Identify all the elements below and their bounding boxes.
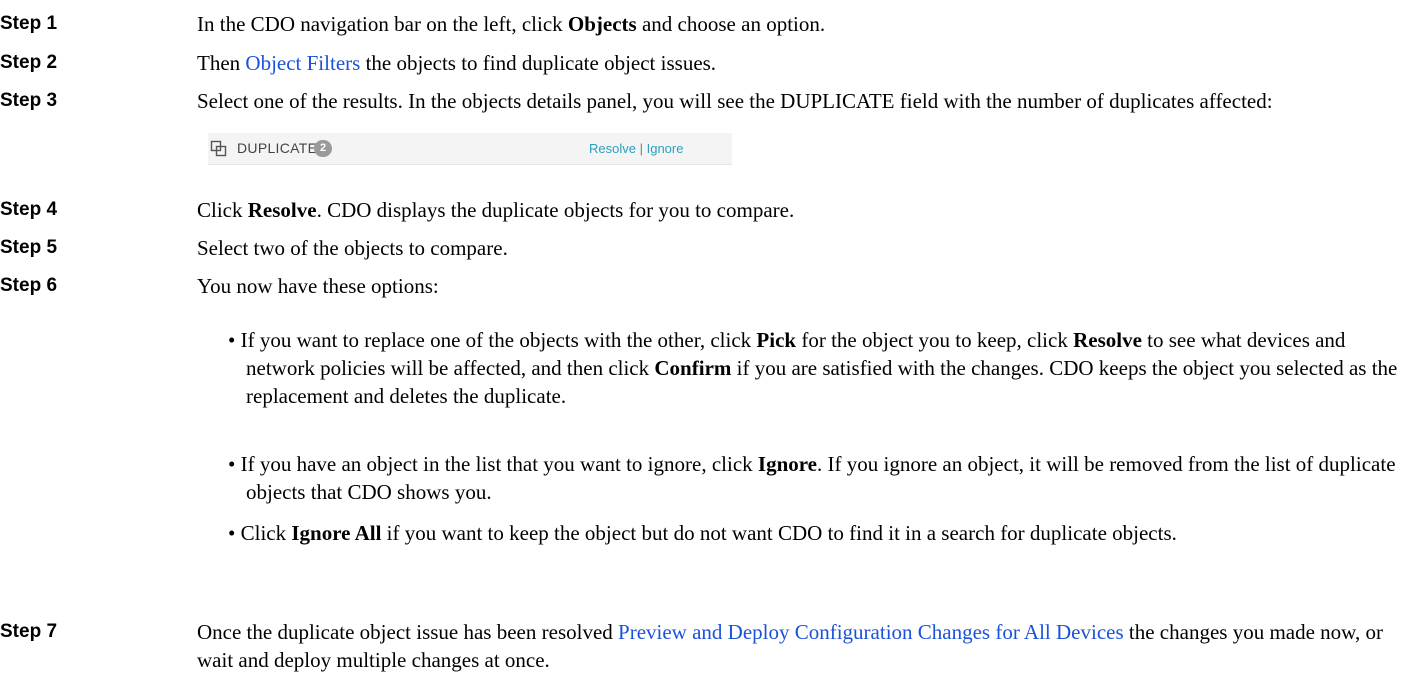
step-text: You now have these options: <box>197 274 439 298</box>
text-run: Click <box>197 198 248 222</box>
preview-deploy-link[interactable]: Preview and Deploy Configuration Changes… <box>618 620 1124 644</box>
ui-term-resolve: Resolve <box>247 198 317 222</box>
text-run: Click <box>240 521 292 545</box>
ui-term-objects: Objects <box>567 12 637 36</box>
step-label: Step 7 <box>0 621 58 642</box>
step-text: Click Resolve. CDO displays the duplicat… <box>197 196 1397 224</box>
step-text: Select one of the results. In the object… <box>197 89 1273 113</box>
text-run: If you have an object in the list that y… <box>240 452 758 476</box>
bullet-glyph: • <box>228 452 236 476</box>
text-run: the objects to find duplicate object iss… <box>360 51 717 75</box>
action-separator: | <box>639 141 643 156</box>
duplicate-count-badge: 2 <box>314 140 332 157</box>
step-text: Once the duplicate object issue has been… <box>197 618 1397 674</box>
step-label: Step 4 <box>0 199 58 220</box>
step-text: Then Object Filters the objects to find … <box>197 49 1397 77</box>
text-run: . CDO displays the duplicate objects for… <box>316 198 795 222</box>
list-item: • Click Ignore All if you want to keep t… <box>228 519 1408 547</box>
ignore-link[interactable]: Ignore <box>647 141 684 156</box>
duplicate-icon <box>210 140 227 157</box>
text-run: and choose an option. <box>636 12 826 36</box>
ui-term-pick: Pick <box>756 328 797 352</box>
bullet-glyph: • <box>228 328 236 352</box>
list-item: • If you want to replace one of the obje… <box>228 326 1408 410</box>
step-text: In the CDO navigation bar on the left, c… <box>197 10 1397 38</box>
step-label: Step 2 <box>0 52 58 73</box>
duplicate-label: DUPLICATE <box>237 140 318 156</box>
ui-term-ignore-all: Ignore All <box>291 521 382 545</box>
text-run: If you want to replace one of the object… <box>240 328 757 352</box>
duplicate-field-panel: DUPLICATE 2 Resolve | Ignore <box>208 133 732 165</box>
step-label: Step 5 <box>0 237 58 258</box>
text-run: Then <box>197 51 246 75</box>
text-run: In the CDO navigation bar on the left, c… <box>197 12 568 36</box>
step-label: Step 6 <box>0 275 58 296</box>
resolve-link[interactable]: Resolve <box>589 141 636 156</box>
object-filters-link[interactable]: Object Filters <box>245 51 360 75</box>
bullet-glyph: • <box>228 521 236 545</box>
step-text: Select two of the objects to compare. <box>197 236 508 260</box>
procedure-page: Step 1 In the CDO navigation bar on the … <box>0 0 1419 684</box>
step-label: Step 1 <box>0 13 58 34</box>
text-run: for the object you to keep, click <box>796 328 1074 352</box>
ui-term-ignore: Ignore <box>757 452 818 476</box>
list-item: • If you have an object in the list that… <box>228 450 1408 506</box>
ui-term-resolve: Resolve <box>1073 328 1142 352</box>
ui-term-confirm: Confirm <box>654 356 732 380</box>
duplicate-actions: Resolve | Ignore <box>589 141 683 156</box>
text-run: if you want to keep the object but do no… <box>381 521 1177 545</box>
text-run: Once the duplicate object issue has been… <box>197 620 619 644</box>
step-label: Step 3 <box>0 90 58 111</box>
